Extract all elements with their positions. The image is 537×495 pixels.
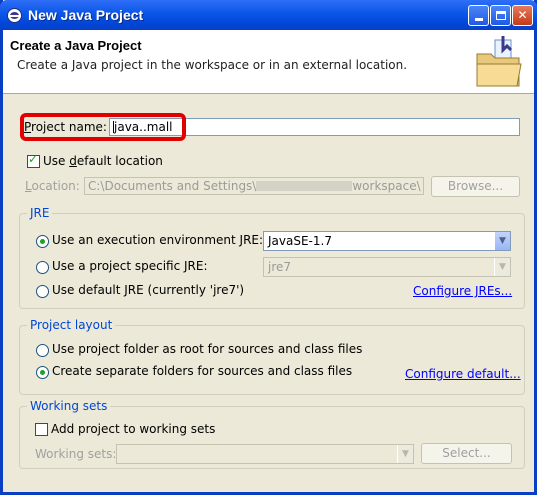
execution-environment-radio[interactable] xyxy=(36,235,49,248)
execution-environment-label[interactable]: Use an execution environment JRE: xyxy=(52,233,263,247)
redacted-username-blur xyxy=(256,181,353,191)
working-sets-group-title: Working sets xyxy=(27,399,111,413)
add-to-working-sets-checkbox[interactable] xyxy=(35,423,48,436)
maximize-button[interactable] xyxy=(490,5,511,26)
execution-environment-value: JavaSE-1.7 xyxy=(268,234,332,248)
use-default-mnemonic: d xyxy=(69,154,77,168)
eclipse-icon xyxy=(7,8,22,23)
chevron-down-icon[interactable]: ▼ xyxy=(397,445,413,463)
use-default-location-label[interactable]: Use default location xyxy=(43,154,163,168)
minimize-icon xyxy=(474,18,483,21)
project-specific-jre-value: jre7 xyxy=(268,260,292,274)
project-specific-jre-radio[interactable] xyxy=(36,261,49,274)
project-root-label[interactable]: Use project folder as root for sources a… xyxy=(52,342,362,356)
use-default-label-prefix: Use xyxy=(43,154,70,168)
close-icon: ✕ xyxy=(517,8,528,22)
use-default-location-checkbox[interactable] xyxy=(27,152,40,168)
jre-group-title: JRE xyxy=(27,206,53,220)
location-value-start: C:\Documents and Settings\ xyxy=(88,179,257,193)
chevron-down-icon[interactable]: ▼ xyxy=(494,232,510,250)
location-value-end: workspace\ xyxy=(352,179,421,193)
new-java-project-window: New Java Project ✕ Create a Java Project… xyxy=(0,0,537,495)
select-working-sets-button[interactable]: Select... xyxy=(421,443,512,464)
working-sets-select[interactable]: ▼ xyxy=(116,444,414,464)
window-title: New Java Project xyxy=(28,7,144,23)
separate-folders-label[interactable]: Create separate folders for sources and … xyxy=(52,364,352,378)
java-project-folder-icon xyxy=(476,36,522,87)
annotation-highlight-box xyxy=(20,113,186,141)
minimize-button[interactable] xyxy=(468,5,489,26)
project-layout-group xyxy=(19,325,525,395)
project-specific-jre-label[interactable]: Use a project specific JRE: xyxy=(52,259,208,273)
default-jre-radio[interactable] xyxy=(36,285,49,298)
wizard-banner: Create a Java Project Create a Java proj… xyxy=(3,30,534,94)
execution-environment-select[interactable]: JavaSE-1.7 ▼ xyxy=(263,231,511,251)
maximize-icon xyxy=(495,11,506,20)
browse-button[interactable]: Browse... xyxy=(431,176,520,197)
title-bar[interactable]: New Java Project ✕ xyxy=(0,0,537,30)
configure-jres-link[interactable]: Configure JREs... xyxy=(413,284,512,298)
location-label: Location: xyxy=(25,179,80,193)
project-root-radio[interactable] xyxy=(36,344,49,357)
banner-title: Create a Java Project xyxy=(10,38,142,53)
working-sets-label: Working sets: xyxy=(35,447,117,461)
project-layout-group-title: Project layout xyxy=(27,318,116,332)
chevron-down-icon[interactable]: ▼ xyxy=(494,258,510,276)
configure-default-link[interactable]: Configure default... xyxy=(405,367,521,381)
separate-folders-radio[interactable] xyxy=(36,366,49,379)
project-specific-jre-select[interactable]: jre7 ▼ xyxy=(263,257,511,277)
default-jre-label[interactable]: Use default JRE (currently 'jre7') xyxy=(52,283,244,297)
banner-description: Create a Java project in the workspace o… xyxy=(17,58,408,72)
location-label-text: ocation: xyxy=(31,179,80,193)
close-button[interactable]: ✕ xyxy=(512,5,533,26)
use-default-label-rest: efault location xyxy=(76,154,163,168)
add-to-working-sets-label[interactable]: Add project to working sets xyxy=(51,422,215,436)
location-input[interactable]: C:\Documents and Settings\ workspace\ xyxy=(84,177,424,195)
